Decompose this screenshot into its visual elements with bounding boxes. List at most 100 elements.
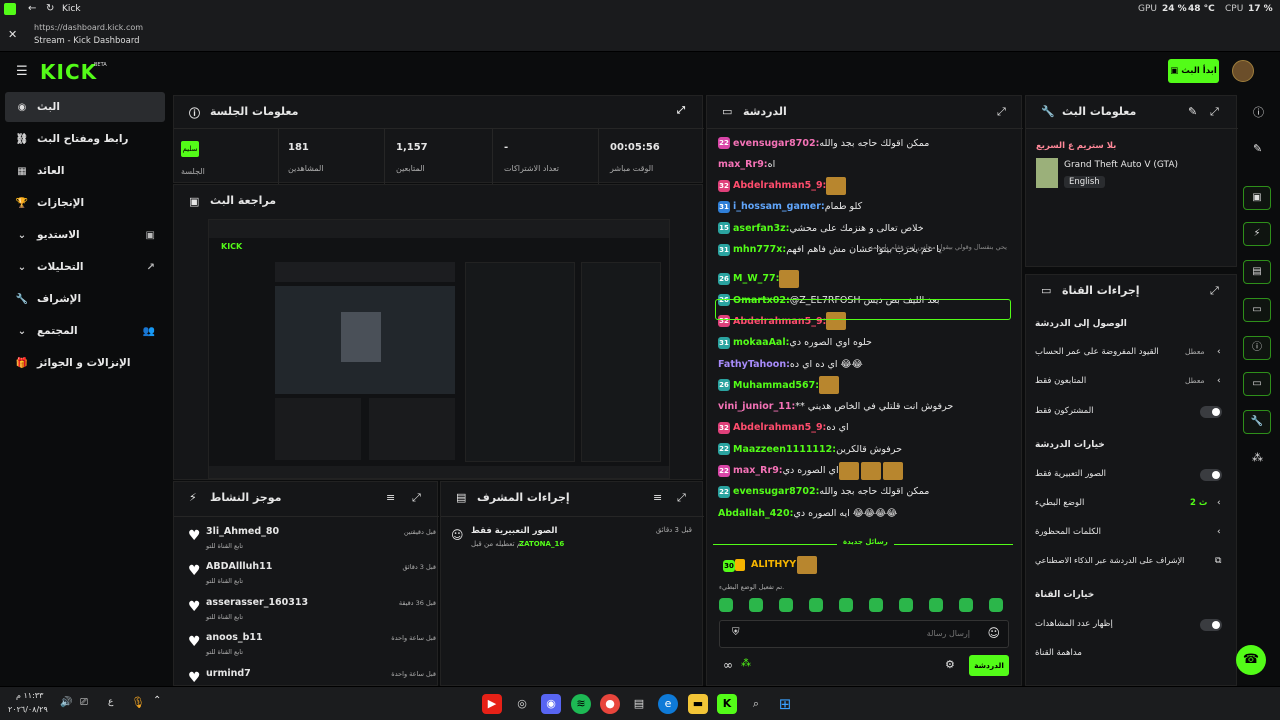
sidebar-item-stream[interactable]: ◉ البث <box>5 92 165 122</box>
sidebar-item-moderation[interactable]: 🔧 الإشراف <box>5 284 165 314</box>
sidebar-item-analytics[interactable]: ⌄ التحليلات ↗ <box>5 252 165 282</box>
rail-wrench-icon[interactable]: 🔧 <box>1243 410 1271 434</box>
volume-icon[interactable]: 🔊 <box>60 697 72 708</box>
activity-user[interactable]: asserasser_160313 <box>206 597 308 608</box>
back-icon[interactable]: ← <box>28 3 36 14</box>
emote-icon[interactable] <box>959 598 973 612</box>
info-icon[interactable]: ⓘ <box>1253 104 1264 120</box>
activity-user[interactable]: 3li_Ahmed_80 <box>206 526 279 537</box>
chat-username[interactable]: evensugar8702: <box>733 138 819 149</box>
expand-icon[interactable]: ⤢ <box>412 491 421 505</box>
setting-age-restriction[interactable]: القيود المفروضة على عمر الحساب معطل › <box>1035 347 1225 367</box>
chat-username[interactable]: evensugar8702: <box>733 486 819 497</box>
setting-banned-words[interactable]: الكلمات المحظورة › <box>1035 527 1225 547</box>
emote-icon[interactable] <box>749 598 763 612</box>
edit-icon[interactable]: ✎ <box>1188 105 1197 118</box>
chat-username[interactable]: Maazzeen1111112: <box>733 444 836 455</box>
kick-logo[interactable]: KICK <box>40 60 97 84</box>
emote-icon[interactable] <box>899 598 913 612</box>
expand-icon[interactable]: ⤢ <box>677 105 685 116</box>
chat-username[interactable]: max_Rr9: <box>733 465 783 476</box>
discord-icon[interactable]: ◉ <box>541 694 561 714</box>
apps-icon[interactable]: ⁂ <box>1252 451 1263 464</box>
chat-username[interactable]: vini_junior_11: <box>718 401 795 412</box>
chat-username[interactable]: max_Rr9: <box>718 159 768 170</box>
emotes-only-toggle[interactable] <box>1200 469 1222 481</box>
chat-input[interactable]: ⛨ إرسال رسالة ☺ <box>719 620 1009 648</box>
infinity-icon[interactable]: ∞ <box>723 658 733 672</box>
expand-icon[interactable]: ⤢ <box>1210 105 1219 119</box>
chrome-icon[interactable]: ● <box>600 694 620 714</box>
activity-user[interactable]: urmind7 <box>206 668 251 679</box>
activity-user[interactable]: anoos_b11 <box>206 632 263 643</box>
chat-username[interactable]: Abdelrahman5_9: <box>733 422 826 433</box>
expand-icon[interactable]: ⤢ <box>997 105 1006 119</box>
reload-icon[interactable]: ↻ <box>46 3 54 14</box>
obs-icon[interactable]: ◎ <box>512 694 532 714</box>
show-viewers-toggle[interactable] <box>1200 619 1222 631</box>
support-icon[interactable]: ☎ <box>1236 645 1266 675</box>
setting-slow-mode[interactable]: الوضع البطيء ث 2 › <box>1035 498 1225 518</box>
edge-icon[interactable]: e <box>658 694 678 714</box>
emote-icon[interactable] <box>719 598 733 612</box>
subs-only-toggle[interactable] <box>1200 406 1222 418</box>
activity-user[interactable]: ABDAllluh11 <box>206 561 272 572</box>
kick-taskbar-icon[interactable]: K <box>717 694 737 714</box>
language-indicator[interactable]: ع <box>108 697 113 707</box>
emoji-icon[interactable]: ☺ <box>987 626 1000 640</box>
chevron-up-icon[interactable]: ⌃ <box>153 695 161 706</box>
users-icon[interactable]: ⁂ <box>741 658 751 669</box>
chat-username[interactable]: Abdelrahman5_9: <box>733 180 826 191</box>
microphone-icon[interactable]: 🎙 <box>131 696 145 709</box>
rail-lightning-icon[interactable]: ⚡ <box>1243 222 1271 246</box>
chat-username[interactable]: FathyTahoon: <box>718 359 790 370</box>
sidebar-item-community[interactable]: ⌄ المجتمع 👥 <box>5 316 165 346</box>
rail-session-icon[interactable]: ⓘ <box>1243 336 1271 360</box>
gear-icon[interactable]: ⚙ <box>945 658 955 671</box>
edit-icon[interactable]: ✎ <box>1253 142 1262 155</box>
setting-raid-channel[interactable]: مداهمة القناة <box>1035 648 1082 658</box>
network-icon[interactable]: ⎚ <box>80 697 88 708</box>
chat-username[interactable]: i_hossam_gamer: <box>733 201 825 212</box>
sidebar-item-stream-key[interactable]: ⛓ رابط ومفتاح البث <box>5 124 165 154</box>
rail-chat-icon[interactable]: ▭ <box>1243 298 1271 322</box>
close-icon[interactable]: ✕ <box>8 28 17 41</box>
filter-icon[interactable]: ≡ <box>653 491 662 504</box>
emote-icon[interactable] <box>929 598 943 612</box>
go-live-button[interactable]: ▣ ابدأ البث <box>1168 59 1219 83</box>
rail-channel-icon[interactable]: ▭ <box>1243 372 1271 396</box>
tab-title[interactable]: Kick <box>62 4 81 14</box>
emote-icon[interactable] <box>839 598 853 612</box>
chat-username[interactable]: M_W_77: <box>733 273 779 284</box>
emote-icon[interactable] <box>869 598 883 612</box>
folder-icon[interactable]: ▬ <box>688 694 708 714</box>
stream-video[interactable]: KICK <box>208 219 670 479</box>
windows-start-icon[interactable]: ⊞ <box>775 694 795 714</box>
emote-icon[interactable] <box>989 598 1003 612</box>
mod-action-user[interactable]: ZATONA_16 <box>519 540 564 548</box>
chat-username[interactable]: Muhammad567: <box>733 380 819 391</box>
sidebar-item-revenue[interactable]: ▦ العائد <box>5 156 165 186</box>
search-icon[interactable]: ⌕ <box>746 694 766 714</box>
url-text[interactable]: https://dashboard.kick.com <box>34 23 143 32</box>
new-messages-divider[interactable]: رسائل جديدة <box>837 538 894 546</box>
expand-icon[interactable]: ⤢ <box>1210 284 1219 298</box>
send-button[interactable]: الدردشة <box>969 655 1009 676</box>
menu-icon[interactable]: ☰ <box>16 64 28 79</box>
spotify-icon[interactable]: ≋ <box>571 694 591 714</box>
shield-icon[interactable]: ⛨ <box>732 627 740 638</box>
emote-icon[interactable] <box>809 598 823 612</box>
store-icon[interactable]: ▤ <box>629 694 649 714</box>
rail-preview-icon[interactable]: ▣ <box>1243 186 1271 210</box>
chat-username[interactable]: ALITHYY <box>751 559 796 570</box>
avatar[interactable] <box>1232 60 1254 82</box>
chat-username[interactable]: mokaaAal: <box>733 337 789 348</box>
expand-icon[interactable]: ⤢ <box>677 491 686 505</box>
setting-followers-only[interactable]: المتابعون فقط معطل › <box>1035 376 1225 396</box>
filter-icon[interactable]: ≡ <box>386 491 395 504</box>
sidebar-item-achievements[interactable]: 🏆 الإنجازات <box>5 188 165 218</box>
emote-icon[interactable] <box>779 598 793 612</box>
sidebar-item-studio[interactable]: ⌄ الاستديو ▣ <box>5 220 165 250</box>
chat-username[interactable]: Abdallah_420: <box>718 508 793 519</box>
rail-list-icon[interactable]: ▤ <box>1243 260 1271 284</box>
